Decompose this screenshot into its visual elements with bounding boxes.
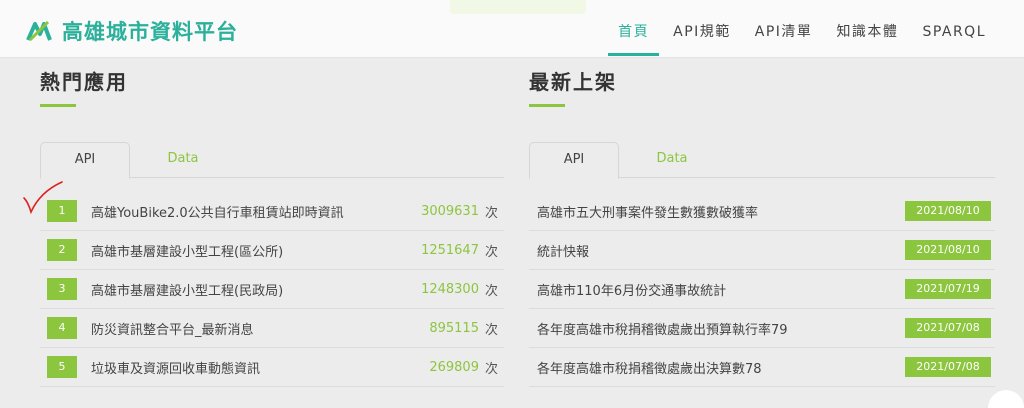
rank-badge: 3 (47, 278, 77, 300)
logo-text: 高雄城市資料平台 (62, 20, 238, 44)
popular-tab-data[interactable]: Data (138, 142, 228, 178)
popular-item[interactable]: 2 高雄市基層建設小型工程(區公所) 1251647 次 (40, 231, 504, 270)
latest-item[interactable]: 高雄市110年6月份交通事故統計 2021/07/19 (529, 270, 995, 309)
view-count-unit: 次 (484, 322, 498, 338)
latest-tab-data[interactable]: Data (627, 142, 717, 178)
popular-item-title[interactable]: 高雄市基層建設小型工程(區公所) (91, 241, 421, 260)
latest-title-underline (529, 104, 565, 107)
latest-item-title[interactable]: 高雄市110年6月份交通事故統計 (537, 280, 905, 299)
nav-api-spec[interactable]: API規範 (663, 0, 741, 58)
site-logo[interactable]: 高雄城市資料平台 (26, 16, 238, 46)
latest-tabs: API Data (529, 142, 995, 179)
date-badge: 2021/08/10 (905, 201, 991, 221)
popular-item[interactable]: 5 垃圾車及資源回收車動態資訊 269809 次 (40, 348, 504, 387)
rank-badge: 5 (47, 356, 77, 378)
popular-item[interactable]: 3 高雄市基層建設小型工程(民政局) 1248300 次 (40, 270, 504, 309)
logo-icon (26, 18, 52, 44)
date-badge: 2021/07/08 (905, 318, 991, 338)
nav-home[interactable]: 首頁 (608, 0, 660, 58)
popular-item-title[interactable]: 垃圾車及資源回收車動態資訊 (91, 358, 429, 377)
view-count-unit: 次 (484, 205, 498, 221)
popular-item-title[interactable]: 防災資訊整合平台_最新消息 (91, 319, 429, 338)
latest-title: 最新上架 (529, 70, 617, 94)
popular-item-title[interactable]: 高雄市基層建設小型工程(民政局) (91, 280, 421, 299)
view-count-unit: 次 (484, 361, 498, 377)
popular-tabs: API Data (40, 142, 504, 179)
latest-item-title[interactable]: 高雄市五大刑事案件發生數獲數破獲率 (537, 202, 905, 221)
latest-list: 高雄市五大刑事案件發生數獲數破獲率 2021/08/10 統計快報 2021/0… (529, 192, 995, 387)
view-count: 3009631 (421, 203, 479, 219)
latest-item[interactable]: 各年度高雄市稅捐稽徵處歲出預算執行率79 2021/07/08 (529, 309, 995, 348)
popular-tab-api[interactable]: API (40, 142, 130, 179)
view-count-unit: 次 (484, 283, 498, 299)
view-count-unit: 次 (484, 244, 498, 260)
popular-title: 熱門應用 (40, 70, 128, 94)
popular-item[interactable]: 4 防災資訊整合平台_最新消息 895115 次 (40, 309, 504, 348)
latest-item-title[interactable]: 各年度高雄市稅捐稽徵處歲出決算數78 (537, 358, 905, 377)
view-count: 1248300 (421, 281, 479, 297)
view-count: 1251647 (421, 242, 479, 258)
popular-item[interactable]: 1 高雄YouBike2.0公共自行車租賃站即時資訊 3009631 次 (40, 192, 504, 231)
date-badge: 2021/07/08 (905, 357, 991, 377)
view-count: 895115 (429, 320, 479, 336)
latest-item-title[interactable]: 統計快報 (537, 241, 905, 260)
popular-title-underline (40, 104, 76, 107)
latest-item[interactable]: 高雄市五大刑事案件發生數獲數破獲率 2021/08/10 (529, 192, 995, 231)
view-count: 269809 (429, 359, 479, 375)
rank-badge: 2 (47, 239, 77, 261)
rank-badge: 4 (47, 317, 77, 339)
latest-tab-api[interactable]: API (529, 142, 619, 179)
floating-button-edge[interactable] (988, 390, 1024, 408)
popular-item-title[interactable]: 高雄YouBike2.0公共自行車租賃站即時資訊 (91, 202, 421, 221)
site-header: 高雄城市資料平台 首頁 API規範 API清單 知識本體 SPARQL (0, 0, 1024, 58)
date-badge: 2021/08/10 (905, 240, 991, 260)
date-badge: 2021/07/19 (905, 279, 991, 299)
annotation-check-icon (23, 181, 63, 215)
header-scroll-artifact (450, 0, 586, 14)
nav-api-list[interactable]: API清單 (745, 0, 823, 58)
latest-item[interactable]: 各年度高雄市稅捐稽徵處歲出決算數78 2021/07/08 (529, 348, 995, 387)
nav-ontology[interactable]: 知識本體 (826, 0, 908, 58)
latest-item-title[interactable]: 各年度高雄市稅捐稽徵處歲出預算執行率79 (537, 319, 905, 338)
popular-list: 1 高雄YouBike2.0公共自行車租賃站即時資訊 3009631 次 2 高… (40, 192, 504, 387)
nav-sparql[interactable]: SPARQL (912, 0, 996, 58)
main-nav: 首頁 API規範 API清單 知識本體 SPARQL (604, 0, 996, 58)
latest-item[interactable]: 統計快報 2021/08/10 (529, 231, 995, 270)
